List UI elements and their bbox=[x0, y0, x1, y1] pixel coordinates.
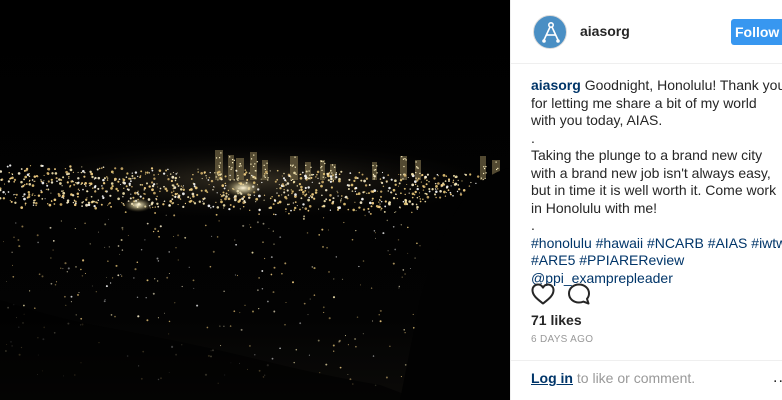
post-caption: aiasorg Goodnight, Honolulu! Thank you f… bbox=[531, 77, 782, 287]
heart-icon bbox=[531, 283, 555, 305]
follow-button[interactable]: Follow bbox=[731, 19, 782, 45]
hashtag-link[interactable]: #ARE5 bbox=[531, 252, 575, 268]
caption-text: for letting me share a bit of my world bbox=[531, 94, 757, 111]
caption-text: with a brand new job isn't always easy, bbox=[531, 164, 771, 181]
caption-text: in Honolulu with me! bbox=[531, 199, 658, 216]
login-prompt-text: to like or comment. bbox=[576, 370, 696, 386]
more-options-icon[interactable]: ... bbox=[773, 369, 782, 387]
hashtag-link[interactable]: #honolulu bbox=[531, 235, 592, 251]
username-link[interactable]: aiasorg bbox=[580, 23, 630, 39]
caption-separator: . bbox=[531, 217, 535, 233]
city-lights-image bbox=[0, 0, 510, 400]
caption-text: but in time it is well worth it. Come wo… bbox=[531, 182, 777, 198]
hashtag-link[interactable]: #hawaii bbox=[596, 235, 643, 251]
hashtag-link[interactable]: #AIAS bbox=[708, 235, 748, 251]
caption-separator: . bbox=[531, 129, 535, 146]
caption-text: Taking the plunge to a brand new city bbox=[531, 147, 763, 163]
post-side-panel: aiasorg Follow aiasorg Goodnight, Honolu… bbox=[510, 0, 782, 400]
hashtag-link[interactable]: #PPIAREReview bbox=[579, 252, 684, 268]
avatar[interactable] bbox=[533, 15, 567, 49]
aias-logo-icon bbox=[542, 22, 560, 43]
comment-icon bbox=[568, 283, 590, 305]
caption-author-link[interactable]: aiasorg bbox=[531, 77, 581, 93]
hashtag-line: #honolulu #hawaii #NCARB #AIAS #iwtwi bbox=[531, 235, 782, 253]
caption-text: with you today, AIAS. bbox=[531, 112, 663, 128]
like-button[interactable] bbox=[531, 283, 555, 310]
likes-count[interactable]: 71 likes bbox=[531, 312, 582, 328]
post-footer: Log in to like or comment. ... bbox=[511, 360, 782, 400]
hashtag-link[interactable]: #NCARB bbox=[647, 235, 704, 251]
login-link[interactable]: Log in bbox=[531, 370, 573, 386]
caption-line: aiasorg Goodnight, Honolulu! Thank you bbox=[531, 77, 782, 95]
caption-text: Goodnight, Honolulu! Thank you bbox=[584, 77, 782, 93]
comment-button[interactable] bbox=[567, 283, 591, 310]
post-photo[interactable] bbox=[0, 0, 510, 400]
login-prompt: Log in to like or comment. bbox=[531, 370, 695, 386]
hashtag-link[interactable]: #iwtwi bbox=[751, 235, 782, 251]
post-header: aiasorg Follow bbox=[511, 0, 782, 64]
post-timestamp[interactable]: 6 DAYS AGO bbox=[531, 334, 593, 345]
hashtag-line: #ARE5 #PPIAREReview bbox=[531, 252, 779, 270]
